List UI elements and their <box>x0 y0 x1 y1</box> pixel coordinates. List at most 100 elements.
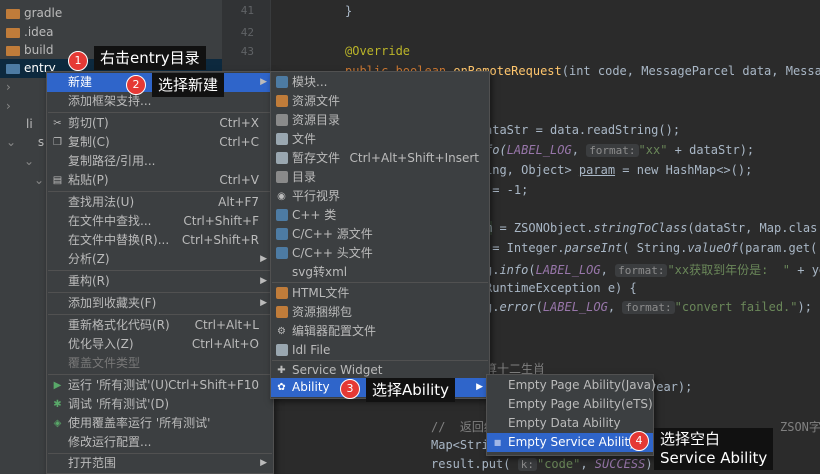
new-item-scratch-file[interactable]: 暂存文件 Ctrl+Alt+Shift+Insert <box>271 149 489 168</box>
submenu-arrow-icon: ▶ <box>476 382 483 392</box>
code-line: } <box>345 4 353 18</box>
file-icon <box>275 133 288 146</box>
menu-item-refactor[interactable]: 重构(R) ▶ <box>47 272 273 291</box>
code-line: result.put( k: "code", SUCCESS); <box>431 457 660 471</box>
menu-item-cut[interactable]: ✂ 剪切(T) Ctrl+X <box>47 114 273 133</box>
new-item-directory[interactable]: 目录 <box>271 168 489 187</box>
menu-item-reformat-code[interactable]: 重新格式化代码(R) Ctrl+Alt+L <box>47 316 273 335</box>
resource-bundle-icon <box>275 306 288 319</box>
new-item-cpp-header[interactable]: C/C++ 头文件 <box>271 244 489 263</box>
new-item-cpp-source[interactable]: C/C++ 源文件 <box>271 225 489 244</box>
new-item-parallel-view[interactable]: ◉ 平行视界 <box>271 187 489 206</box>
folder-icon <box>275 114 288 127</box>
step-callout-3: 选择Ability <box>366 378 456 402</box>
cpp-class-icon <box>275 209 288 222</box>
paste-icon: ▤ <box>52 175 63 186</box>
code-line: fo(LABEL_LOG, format: "xx" + dataStr); <box>485 143 755 157</box>
ability-item-empty-data[interactable]: Empty Data Ability <box>487 414 653 433</box>
module-folder-icon <box>6 63 20 74</box>
code-line: ataStr = data.readString(); <box>485 123 681 137</box>
code-line: = -1; <box>485 183 529 197</box>
ability-item-empty-page-java[interactable]: Empty Page Ability(Java) <box>487 376 656 395</box>
menu-item-copy[interactable]: ❐ 复制(C) Ctrl+C <box>47 133 273 152</box>
menu-separator <box>48 314 272 315</box>
submenu-arrow-icon: ▶ <box>260 276 267 286</box>
code-line: RuntimeException e) { <box>485 281 637 295</box>
step-callout-1: 右击entry目录 <box>94 46 206 70</box>
gear-icon: ⚙ <box>277 326 286 337</box>
step-callout-4: 选择空白 Service Ability <box>654 428 774 470</box>
tree-item-idea[interactable]: .idea <box>6 23 54 42</box>
chevron-right-icon: › <box>6 80 11 94</box>
code-line: g.error(LABEL_LOG, format: "convert faile… <box>485 300 812 314</box>
menu-item-debug-all-tests[interactable]: ✱ 调试 '所有测试'(D) <box>47 395 273 414</box>
menu-item-optimize-imports[interactable]: 优化导入(Z) Ctrl+Alt+O <box>47 335 273 354</box>
new-item-file[interactable]: 文件 <box>271 130 489 149</box>
chevron-down-icon: ⌄ <box>24 154 35 168</box>
new-item-module[interactable]: 模块... <box>271 73 489 92</box>
step-marker-3: 3 <box>340 379 360 399</box>
new-item-resource-directory[interactable]: 资源目录 <box>271 111 489 130</box>
tree-item-build[interactable]: build <box>6 41 54 60</box>
code-line: Map<Stri <box>431 438 489 452</box>
menu-item-copy-path[interactable]: 复制路径/引用... <box>47 152 273 171</box>
scissors-icon: ✂ <box>53 118 62 129</box>
resource-file-icon <box>275 95 288 108</box>
idl-file-icon <box>275 344 288 357</box>
submenu-arrow-icon: ▶ <box>260 254 267 264</box>
submenu-arrow-icon: ▶ <box>260 298 267 308</box>
tree-item-gradle[interactable]: gradle <box>6 4 62 23</box>
folder-icon <box>6 27 20 38</box>
menu-item-find-usages[interactable]: 查找用法(U) Alt+F7 <box>47 193 273 212</box>
new-item-editorconfig[interactable]: ⚙ 编辑器配置文件 <box>271 322 489 341</box>
menu-separator <box>272 282 488 283</box>
menu-item-paste[interactable]: ▤ 粘贴(P) Ctrl+V <box>47 171 273 190</box>
code-line: ing, Object> param = new HashMap<>(); <box>485 163 753 177</box>
new-item-resource-bundle[interactable]: 资源捆绑包 <box>271 303 489 322</box>
tree-item-li[interactable]: li <box>26 115 33 134</box>
html-file-icon <box>275 287 288 300</box>
menu-separator <box>48 270 272 271</box>
submenu-arrow-icon: ▶ <box>260 77 267 87</box>
submenu-arrow-icon: ▶ <box>260 458 267 468</box>
ability-item-empty-page-ets[interactable]: Empty Page Ability(eTS) <box>487 395 653 414</box>
step-marker-2: 2 <box>126 75 146 95</box>
scratch-file-icon <box>275 152 288 165</box>
tree-item-s[interactable]: ⌄ s <box>6 133 44 152</box>
folder-icon <box>275 171 288 184</box>
new-item-html-file[interactable]: HTML文件 <box>271 284 489 303</box>
menu-separator <box>48 112 272 113</box>
ability-icon: ✿ <box>277 382 286 393</box>
copy-icon: ❐ <box>53 137 62 148</box>
code-line: = Integer.parseInt( String.valueOf(param… <box>485 241 818 255</box>
cpp-source-icon <box>275 228 288 241</box>
new-item-idl-file[interactable]: Idl File <box>271 341 489 360</box>
context-menu: 新建 ▶ 添加框架支持... ✂ 剪切(T) Ctrl+X ❐ 复制(C) Ctrl+C … <box>46 71 274 474</box>
parallel-view-icon: ◉ <box>277 191 286 202</box>
new-item-cpp-class[interactable]: C++ 类 <box>271 206 489 225</box>
new-item-resource-file[interactable]: 资源文件 <box>271 92 489 111</box>
folder-icon <box>6 8 20 19</box>
cpp-header-icon <box>275 247 288 260</box>
menu-item-open-in[interactable]: 打开范围 ▶ <box>47 454 273 473</box>
new-item-svg-to-xml[interactable]: svg转xml <box>271 263 489 282</box>
run-icon: ▶ <box>53 380 62 391</box>
menu-item-override-file-type[interactable]: 覆盖文件类型 <box>47 354 273 373</box>
menu-item-analyze[interactable]: 分析(Z) ▶ <box>47 250 273 269</box>
module-icon <box>275 76 288 89</box>
step-callout-2: 选择新建 <box>152 73 225 97</box>
menu-item-replace-in-files[interactable]: 在文件中替换(R)... Ctrl+Shift+R <box>47 231 273 250</box>
menu-item-run-all-tests[interactable]: ▶ 运行 '所有测试'(U) Ctrl+Shift+F10 <box>47 376 273 395</box>
menu-item-add-to-favorites[interactable]: 添加到收藏夹(F) ▶ <box>47 294 273 313</box>
menu-item-modify-run-config[interactable]: 修改运行配置... <box>47 433 273 452</box>
tree-item-collapsed-2[interactable]: › <box>6 97 11 116</box>
chevron-down-icon: ⌄ <box>34 173 45 187</box>
tree-item-collapsed-1[interactable]: › <box>6 78 11 97</box>
menu-item-find-in-files[interactable]: 在文件中查找... Ctrl+Shift+F <box>47 212 273 231</box>
debug-bug-icon: ✱ <box>53 399 62 410</box>
chevron-down-icon: ⌄ <box>6 135 17 149</box>
step-marker-4: 4 <box>629 431 649 451</box>
ability-item-empty-service[interactable]: ■ Empty Service Ability <box>487 433 653 452</box>
puzzle-icon: ✚ <box>277 365 286 376</box>
menu-item-run-with-coverage[interactable]: ◈ 使用覆盖率运行 '所有测试' <box>47 414 273 433</box>
